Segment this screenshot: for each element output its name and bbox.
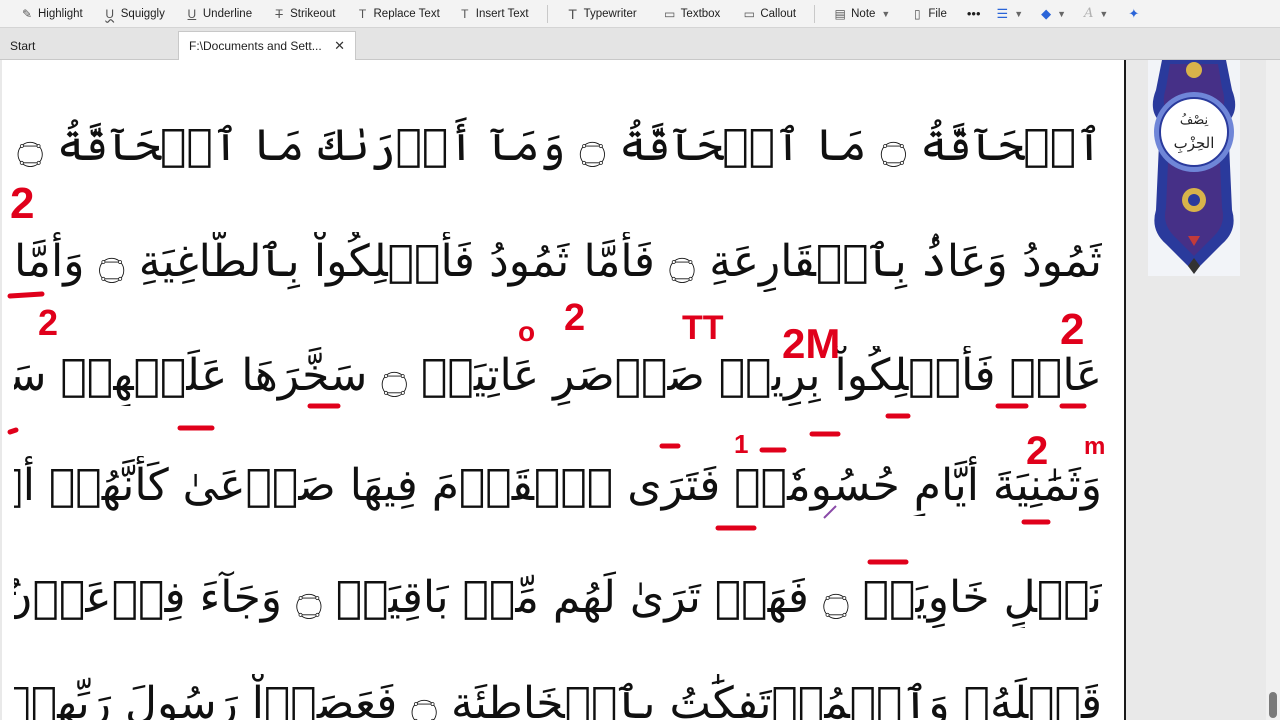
font-style-button[interactable]: A ▼ bbox=[1078, 2, 1114, 26]
strikeout-icon: T bbox=[275, 6, 283, 21]
replace-text-button[interactable]: T Replace Text bbox=[350, 2, 446, 26]
text-line-6: قَبۡلَهُۥ وَٱلۡمُؤۡتَفِكَٰتُ بِٱلۡخَاطِئ… bbox=[14, 678, 1102, 720]
strikeout-label: Strikeout bbox=[290, 7, 336, 20]
fill-color-button[interactable]: ◆ ▼ bbox=[1035, 2, 1072, 26]
chevron-down-icon[interactable]: ▼ bbox=[1014, 9, 1023, 19]
annotation-label: 2 bbox=[564, 297, 585, 339]
text-line-5: نَخۡلٍ خَاوِيَةٖ ۝ فَهَلۡ تَرَىٰ لَهُم م… bbox=[14, 572, 1102, 623]
toolbar-divider bbox=[814, 4, 816, 23]
text-line-partial bbox=[14, 60, 1102, 84]
chevron-down-icon[interactable]: ▼ bbox=[1099, 9, 1108, 19]
tab-document[interactable]: F:\Documents and Sett... ✕ bbox=[178, 31, 356, 60]
textbox-icon: ▭ bbox=[664, 6, 676, 21]
annotation-label: 2 bbox=[10, 179, 34, 228]
tab-bar: Start F:\Documents and Sett... ✕ bbox=[0, 28, 1280, 60]
fill-color-icon: ◆ bbox=[1041, 5, 1052, 21]
document-viewport[interactable]: ٱلۡحَآقَّةُ ۝ مَا ٱلۡحَآقَّةُ ۝ وَمَآ أَ… bbox=[0, 60, 1266, 720]
line-style-icon: ☰ bbox=[996, 5, 1009, 21]
typewriter-label: Typewriter bbox=[583, 7, 637, 20]
text-line-2: ثَمُودُ وَعَادُۢ بِٱلۡقَارِعَةِ ۝ فَأَمَ… bbox=[14, 236, 1102, 287]
annotation-stroke bbox=[7, 427, 19, 435]
annotation-toolbar: ✎ Highlight U Squiggly U Underline T Str… bbox=[0, 0, 1280, 28]
squiggly-label: Squiggly bbox=[120, 7, 165, 20]
typewriter-icon: T bbox=[568, 5, 577, 22]
hizb-label-top: نِصْفُ bbox=[1180, 113, 1209, 128]
more-icon: ••• bbox=[966, 6, 981, 21]
underline-icon: U bbox=[187, 6, 197, 21]
callout-button[interactable]: ▭ Callout bbox=[736, 2, 802, 26]
strikeout-button[interactable]: T Strikeout bbox=[266, 2, 341, 26]
text-line-3: عَادٞ فَأُهۡلِكُواْ بِرِيحٖ صَرۡصَرٍ عَا… bbox=[14, 350, 1102, 401]
squiggly-icon: U bbox=[105, 6, 115, 21]
squiggly-button[interactable]: U Squiggly bbox=[97, 2, 171, 26]
annotation-label: o bbox=[518, 316, 535, 347]
text-line-4: وَثَمَٰنِيَةَ أَيَّامٍ حُسُومٗاۖ فَتَرَى… bbox=[14, 460, 1102, 511]
insert-text-label: Insert Text bbox=[475, 7, 529, 20]
typewriter-button[interactable]: T Typewriter bbox=[560, 2, 643, 26]
textbox-button[interactable]: ▭ Textbox bbox=[657, 2, 727, 26]
underline-button[interactable]: U Underline bbox=[179, 2, 258, 26]
line-style-button[interactable]: ☰ ▼ bbox=[991, 2, 1030, 26]
chevron-down-icon[interactable]: ▼ bbox=[1057, 9, 1066, 19]
chevron-down-icon[interactable]: ▼ bbox=[881, 9, 890, 19]
pin-icon: ✦ bbox=[1128, 5, 1140, 21]
annotation-stroke bbox=[7, 291, 45, 299]
vertical-scrollbar[interactable] bbox=[1266, 60, 1280, 720]
note-button[interactable]: ▤ Note ▼ bbox=[827, 2, 896, 26]
highlight-icon: ✎ bbox=[21, 6, 33, 21]
annotation-label: TT bbox=[682, 309, 724, 347]
underline-label: Underline bbox=[202, 7, 253, 20]
tab-document-label: F:\Documents and Sett... bbox=[189, 39, 322, 53]
annotation-label: 1 bbox=[734, 429, 748, 459]
pin-toolbar-button[interactable]: ✦ bbox=[1122, 2, 1145, 26]
tab-start[interactable]: Start bbox=[0, 31, 176, 60]
text-line-1: ٱلۡحَآقَّةُ ۝ مَا ٱلۡحَآقَّةُ ۝ وَمَآ أَ… bbox=[14, 120, 1102, 171]
textbox-label: Textbox bbox=[680, 7, 721, 20]
insert-text-icon: T bbox=[461, 6, 469, 21]
more-options-button[interactable]: ••• bbox=[961, 2, 987, 26]
scrollbar-thumb[interactable] bbox=[1269, 692, 1277, 718]
file-attach-button[interactable]: ▯ File bbox=[904, 2, 953, 26]
tab-start-label: Start bbox=[10, 38, 36, 53]
pdf-page: ٱلۡحَآقَّةُ ۝ مَا ٱلۡحَآقَّةُ ۝ وَمَآ أَ… bbox=[2, 60, 1126, 720]
annotation-label: 2 bbox=[38, 302, 58, 343]
hizb-margin-ornament: نِصْفُ الحِزْبِ bbox=[1148, 60, 1240, 276]
highlight-button[interactable]: ✎ Highlight bbox=[14, 2, 89, 26]
close-icon[interactable]: ✕ bbox=[334, 38, 345, 54]
insert-text-button[interactable]: T Insert Text bbox=[452, 2, 535, 26]
replace-text-label: Replace Text bbox=[373, 7, 440, 20]
highlight-label: Highlight bbox=[38, 7, 83, 20]
note-icon: ▤ bbox=[834, 6, 846, 21]
hizb-label-bottom: الحِزْبِ bbox=[1174, 134, 1215, 154]
file-label: File bbox=[928, 7, 947, 20]
replace-text-icon: T bbox=[358, 6, 367, 21]
toolbar-divider bbox=[546, 4, 548, 23]
callout-icon: ▭ bbox=[743, 6, 755, 21]
callout-label: Callout bbox=[760, 7, 797, 20]
note-label: Note bbox=[851, 7, 876, 20]
file-icon: ▯ bbox=[914, 6, 921, 21]
font-style-icon: A bbox=[1084, 6, 1094, 21]
